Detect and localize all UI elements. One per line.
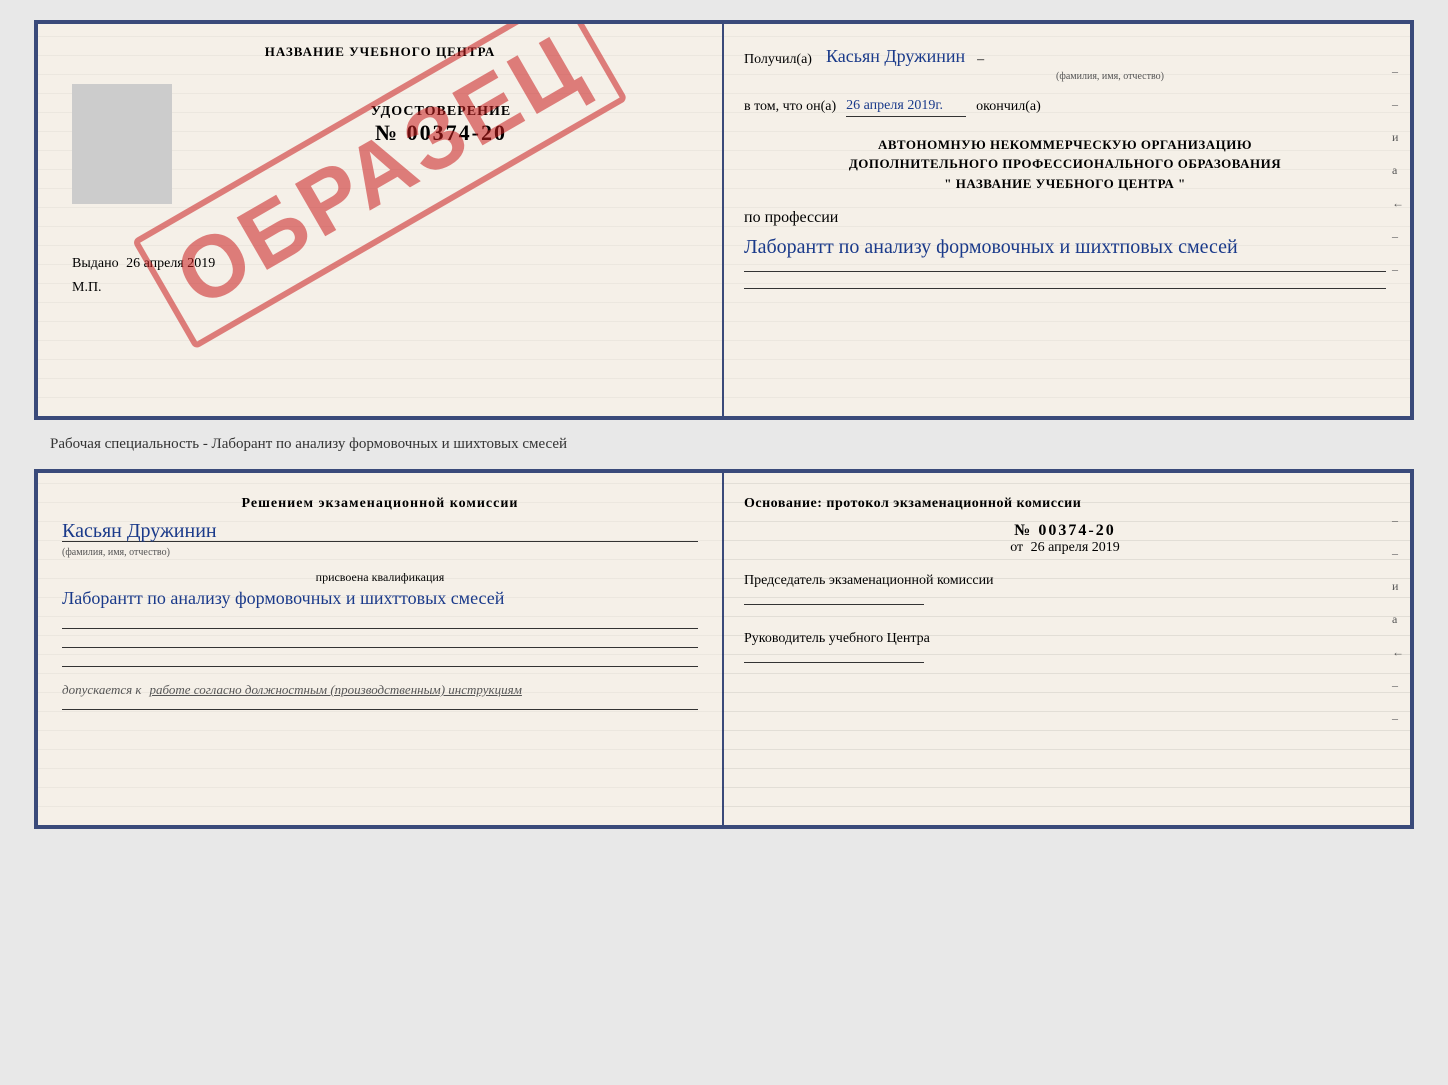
commission-title: Решением экзаменационной комиссии	[62, 493, 698, 514]
person-name: Касьян Дружинин	[62, 520, 698, 543]
cert-photo	[72, 84, 172, 204]
protocol-date: от 26 апреля 2019	[744, 540, 1386, 556]
person-name-block: Касьян Дружинин (фамилия, имя, отчество)	[62, 520, 698, 560]
cert-issued-date: 26 апреля 2019	[126, 256, 215, 271]
right-side-chars-bottom: – – и а ← – –	[1392, 513, 1404, 726]
right-side-chars: – – и а ← – –	[1392, 64, 1404, 277]
cert-issued-label: Выдано	[72, 256, 119, 271]
director-signature	[744, 662, 924, 663]
date-line: в том, что он(а) 26 апреля 2019г. окончи…	[744, 96, 1386, 117]
date-value: 26 апреля 2019г.	[846, 96, 966, 117]
received-label: Получил(а)	[744, 50, 812, 70]
org-line1: АВТОНОМНУЮ НЕКОММЕРЧЕСКУЮ ОРГАНИЗАЦИЮ	[744, 135, 1386, 155]
name-subtitle-top: (фамилия, имя, отчество)	[834, 71, 1386, 82]
protocol-date-value: 26 апреля 2019	[1031, 540, 1120, 555]
cert-issued-line: Выдано 26 апреля 2019	[62, 256, 215, 272]
profession-label: по профессии	[744, 209, 838, 226]
received-line: Получил(а) Касьян Дружинин –	[744, 44, 1386, 69]
org-line2: ДОПОЛНИТЕЛЬНОГО ПРОФЕССИОНАЛЬНОГО ОБРАЗО…	[744, 154, 1386, 174]
qual-label: присвоена квалификация	[62, 570, 698, 585]
director-block: Руководитель учебного Центра	[744, 628, 1386, 670]
name-underline	[62, 541, 698, 542]
date-label: в том, что он(а)	[744, 97, 836, 117]
bottom-doc-left: Решением экзаменационной комиссии Касьян…	[38, 473, 724, 825]
received-name: Касьян Дружинин	[826, 44, 965, 69]
допуск-label: допускается к	[62, 682, 142, 697]
top-doc-right: Получил(а) Касьян Дружинин – (фамилия, и…	[724, 24, 1410, 416]
org-block: АВТОНОМНУЮ НЕКОММЕРЧЕСКУЮ ОРГАНИЗАЦИЮ ДО…	[744, 135, 1386, 194]
top-doc-left: НАЗВАНИЕ УЧЕБНОГО ЦЕНТРА УДОСТОВЕРЕНИЕ №…	[38, 24, 724, 416]
org-line3: " НАЗВАНИЕ УЧЕБНОГО ЦЕНТРА "	[744, 174, 1386, 194]
bottom-document: Решением экзаменационной комиссии Касьян…	[34, 469, 1414, 829]
chairman-signature	[744, 604, 924, 605]
chairman-label: Председатель экзаменационной комиссии	[744, 570, 1386, 591]
profession-block: по профессии Лаборантт по анализу формов…	[744, 209, 1386, 289]
cert-label: УДОСТОВЕРЕНИЕ	[371, 104, 511, 120]
lines-block	[62, 628, 698, 667]
top-document: НАЗВАНИЕ УЧЕБНОГО ЦЕНТРА УДОСТОВЕРЕНИЕ №…	[34, 20, 1414, 420]
qualification-block: присвоена квалификация Лаборантт по анал…	[62, 570, 698, 612]
cert-mp: М.П.	[62, 280, 102, 296]
cert-number: № 00374-20	[375, 120, 507, 146]
name-caption: (фамилия, имя, отчество)	[62, 547, 170, 558]
bottom-doc-right: Основание: протокол экзаменационной коми…	[724, 473, 1410, 825]
chairman-block: Председатель экзаменационной комиссии	[744, 570, 1386, 612]
protocol-number: № 00374-20	[744, 522, 1386, 540]
working-specialty-caption: Рабочая специальность - Лаборант по анал…	[30, 436, 567, 453]
date-prefix: от	[1010, 540, 1023, 555]
qual-value: Лаборантт по анализу формовочных и шихтт…	[62, 585, 698, 612]
profession-value: Лаборантт по анализу формовочных и шихтп…	[744, 236, 1238, 258]
basis-label: Основание: протокол экзаменационной коми…	[744, 493, 1386, 514]
cert-school-title: НАЗВАНИЕ УЧЕБНОГО ЦЕНТРА	[265, 44, 496, 60]
director-label: Руководитель учебного Центра	[744, 628, 1386, 649]
допуск-text: работе согласно должностным (производств…	[150, 682, 522, 697]
допуск-block: допускается к работе согласно должностны…	[62, 681, 698, 699]
completed-label: окончил(а)	[976, 97, 1041, 117]
